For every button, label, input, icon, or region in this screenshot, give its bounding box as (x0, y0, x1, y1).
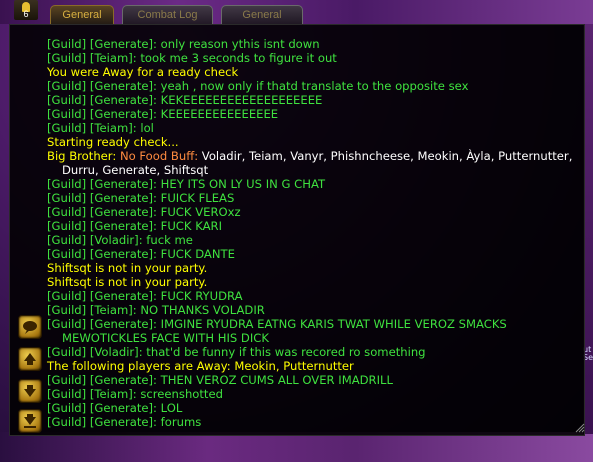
tab-general[interactable]: General (50, 5, 114, 25)
buff-speaker: Big Brother: (47, 149, 120, 163)
chat-log: [Guild] [Generate]: only reason ythis is… (47, 37, 577, 429)
chat-line: [Guild] [Generate]: FUCK RYUDRA (47, 289, 243, 303)
badge-count: 6 (23, 9, 29, 19)
arrow-down-icon (24, 385, 36, 397)
chat-line: [Guild] [Generate]: LOL (47, 401, 183, 415)
buff-label: No Food Buff: (119, 149, 202, 163)
chat-line: [Guild] [Voladir]: fuck me (47, 233, 193, 247)
chat-line: [Guild] [Generate]: HEY ITS ON LY US IN … (47, 177, 326, 191)
scroll-down-button[interactable] (18, 379, 42, 403)
chat-line: The following players are Away: Meokin, … (47, 359, 354, 373)
chat-line: [Guild] [Generate]: FUCK VEROxz (47, 205, 241, 219)
arrow-bottom-icon (24, 414, 36, 428)
chat-line: Big Brother: No Food Buff: Voladir, Teia… (47, 149, 577, 177)
chat-line: [Guild] [Generate]: only reason ythis is… (47, 37, 320, 51)
chat-line: [Guild] [Voladir]: that'd be funny if th… (47, 345, 426, 359)
chat-line: [Guild] [Generate]: IMGINE RYUDRA EATNG … (47, 317, 507, 345)
scroll-up-button[interactable] (18, 347, 42, 371)
chat-line: [Guild] [Teiam]: lol (47, 121, 154, 135)
player-count-badge[interactable]: 6 (14, 0, 38, 22)
tab-combat-log[interactable]: Combat Log (122, 5, 213, 25)
chat-line: [Guild] [Generate]: KEEEEEEEEEEEEEEE (47, 107, 279, 121)
chat-line: [Guild] [Generate]: FUCK KARI (47, 219, 222, 233)
chat-line: Shiftsqt is not in your party. (47, 275, 208, 289)
chat-line: [Guild] [Teiam]: took me 3 seconds to fi… (47, 51, 337, 65)
chat-line: [Guild] [Teiam]: screenshotted (47, 387, 223, 401)
scroll-bottom-button[interactable] (18, 409, 42, 433)
chat-line: Starting ready check... (47, 135, 179, 149)
arrow-up-icon (24, 353, 36, 365)
chat-line: [Guild] [Generate]: yeah , now only if t… (47, 79, 469, 93)
resize-handle-icon[interactable] (575, 423, 585, 433)
chat-line: [Guild] [Generate]: KEKEEEEEEEEEEEEEEEEE… (47, 93, 323, 107)
chat-frame[interactable]: [Guild] [Generate]: only reason ythis is… (9, 24, 585, 436)
chat-bubble-button[interactable] (18, 315, 42, 339)
game-world-background-bottom (0, 432, 593, 462)
chat-line: [Guild] [Teiam]: NO THANKS VOLADIR (47, 303, 265, 317)
chat-line: [Guild] [Generate]: THEN VEROZ CUMS ALL … (47, 373, 393, 387)
chat-line: You were Away for a ready check (47, 65, 239, 79)
tab-general-2[interactable]: General (221, 5, 303, 25)
chat-bubble-icon (23, 321, 37, 334)
chat-line: [Guild] [Generate]: forums (47, 415, 202, 429)
chat-line: [Guild] [Generate]: FUICK FLEAS (47, 191, 235, 205)
chat-line: Shiftsqt is not in your party. (47, 261, 208, 275)
chat-line: [Guild] [Generate]: FUCK DANTE (47, 247, 235, 261)
